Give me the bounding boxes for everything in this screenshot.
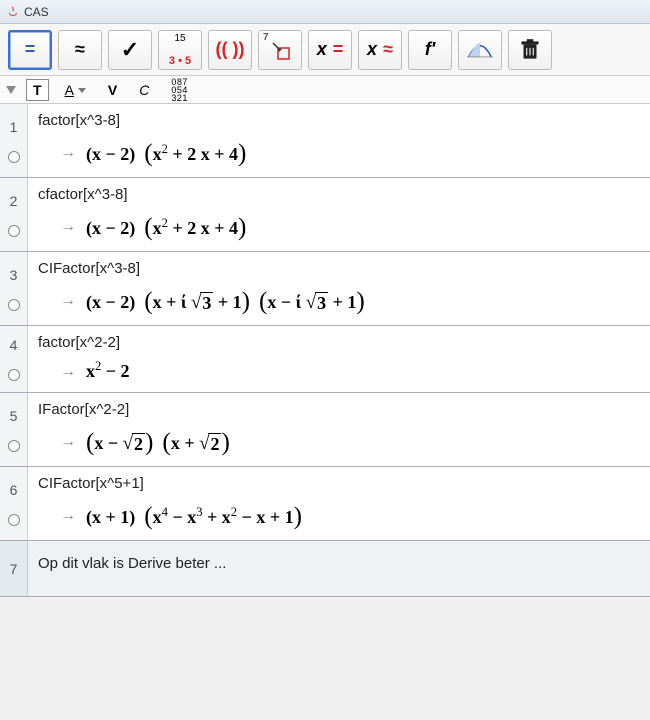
row-input[interactable]: factor[x^3-8]: [38, 112, 640, 129]
row-input[interactable]: Op dit vlak is Derive beter ...: [38, 555, 640, 572]
output-expression: (x − 2) (x + ί √3 + 1) (x − ί √3 + 1): [86, 287, 365, 315]
row-output: → (x − 2) (x2 + 2 x + 4): [38, 139, 640, 167]
italic-button[interactable]: C: [133, 80, 155, 100]
row-gutter[interactable]: 3: [0, 252, 28, 325]
row-gutter[interactable]: 7: [0, 541, 28, 596]
row-marble[interactable]: [8, 225, 20, 237]
cas-row[interactable]: 6 CIFactor[x^5+1] → (x + 1) (x4 − x3 + x2 −…: [0, 467, 650, 541]
output-expression: (x + 1) (x4 − x3 + x2 − x + 1): [86, 502, 302, 530]
derivative-button[interactable]: f′: [408, 30, 452, 70]
row-cell[interactable]: cfactor[x^3-8] → (x − 2) (x2 + 2 x + 4): [28, 178, 650, 251]
paragraph-button[interactable]: 0 8 70 5 43 2 1: [165, 76, 192, 104]
output-expression: (x − 2) (x2 + 2 x + 4): [86, 139, 246, 167]
solve-button[interactable]: x=: [308, 30, 352, 70]
text-mode-button[interactable]: T: [26, 79, 49, 101]
row-cell[interactable]: Op dit vlak is Derive beter ...: [28, 541, 650, 596]
probability-button[interactable]: [458, 30, 502, 70]
cas-row[interactable]: 4 factor[x^2-2] → x2 − 2: [0, 326, 650, 393]
row-number: 2: [10, 193, 18, 209]
delete-button[interactable]: [508, 30, 552, 70]
style-bar: T A V C 0 8 70 5 43 2 1: [0, 76, 650, 104]
row-output: → x2 − 2: [38, 361, 640, 382]
factor-button[interactable]: 15 3 • 5: [158, 30, 202, 70]
cas-row[interactable]: 3 CIFactor[x^3-8] → (x − 2) (x + ί √3 + 1) …: [0, 252, 650, 326]
titlebar: CAS: [0, 0, 650, 24]
output-arrow-icon: →: [60, 144, 76, 162]
java-icon: [6, 5, 20, 19]
row-marble[interactable]: [8, 514, 20, 526]
row-input[interactable]: CIFactor[x^5+1]: [38, 475, 640, 492]
bold-button[interactable]: V: [102, 80, 123, 100]
row-cell[interactable]: CIFactor[x^5+1] → (x + 1) (x4 − x3 + x2 − …: [28, 467, 650, 540]
evaluate-button[interactable]: =: [8, 30, 52, 70]
row-input[interactable]: CIFactor[x^3-8]: [38, 260, 640, 277]
output-expression: (x − √2) (x + √2): [86, 428, 230, 456]
collapse-icon[interactable]: [6, 86, 16, 94]
row-number: 4: [10, 337, 18, 353]
output-arrow-icon: →: [60, 433, 76, 451]
row-marble[interactable]: [8, 299, 20, 311]
row-number: 3: [10, 267, 18, 283]
expand-button[interactable]: (( )): [208, 30, 252, 70]
row-gutter[interactable]: 2: [0, 178, 28, 251]
main-toolbar: = ≈ ✓ 15 3 • 5 (( )) 7 x= x≈ f′: [0, 24, 650, 76]
row-input[interactable]: cfactor[x^3-8]: [38, 186, 640, 203]
font-dropdown[interactable]: A: [59, 80, 92, 100]
row-gutter[interactable]: 4: [0, 326, 28, 392]
row-output: → (x − 2) (x2 + 2 x + 4): [38, 213, 640, 241]
row-number: 1: [10, 119, 18, 135]
row-cell[interactable]: factor[x^2-2] → x2 − 2: [28, 326, 650, 392]
output-arrow-icon: →: [60, 292, 76, 310]
row-number: 6: [10, 482, 18, 498]
substitute-button[interactable]: 7: [258, 30, 302, 70]
cas-rows: 1 factor[x^3-8] → (x − 2) (x2 + 2 x + 4) 2 cf…: [0, 104, 650, 597]
cas-row[interactable]: 7 Op dit vlak is Derive beter ...: [0, 541, 650, 597]
cas-row[interactable]: 5 IFactor[x^2-2] → (x − √2) (x + √2): [0, 393, 650, 467]
row-number: 5: [10, 408, 18, 424]
output-arrow-icon: →: [60, 507, 76, 525]
output-expression: x2 − 2: [86, 361, 130, 382]
numeric-button[interactable]: ≈: [58, 30, 102, 70]
output-arrow-icon: →: [60, 218, 76, 236]
row-marble[interactable]: [8, 151, 20, 163]
row-marble[interactable]: [8, 369, 20, 381]
output-arrow-icon: →: [60, 363, 76, 381]
row-cell[interactable]: IFactor[x^2-2] → (x − √2) (x + √2): [28, 393, 650, 466]
window-title: CAS: [24, 5, 49, 19]
row-number: 7: [10, 561, 18, 577]
row-input[interactable]: factor[x^2-2]: [38, 334, 640, 351]
output-expression: (x − 2) (x2 + 2 x + 4): [86, 213, 246, 241]
row-input[interactable]: IFactor[x^2-2]: [38, 401, 640, 418]
keep-input-button[interactable]: ✓: [108, 30, 152, 70]
row-marble[interactable]: [8, 440, 20, 452]
row-gutter[interactable]: 1: [0, 104, 28, 177]
cas-row[interactable]: 2 cfactor[x^3-8] → (x − 2) (x2 + 2 x + 4): [0, 178, 650, 252]
row-cell[interactable]: factor[x^3-8] → (x − 2) (x2 + 2 x + 4): [28, 104, 650, 177]
row-cell[interactable]: CIFactor[x^3-8] → (x − 2) (x + ί √3 + 1) (…: [28, 252, 650, 325]
cas-row[interactable]: 1 factor[x^3-8] → (x − 2) (x2 + 2 x + 4): [0, 104, 650, 178]
row-output: → (x − √2) (x + √2): [38, 428, 640, 456]
solve-numeric-button[interactable]: x≈: [358, 30, 402, 70]
row-output: → (x + 1) (x4 − x3 + x2 − x + 1): [38, 502, 640, 530]
row-gutter[interactable]: 5: [0, 393, 28, 466]
row-gutter[interactable]: 6: [0, 467, 28, 540]
row-output: → (x − 2) (x + ί √3 + 1) (x − ί √3 + 1): [38, 287, 640, 315]
